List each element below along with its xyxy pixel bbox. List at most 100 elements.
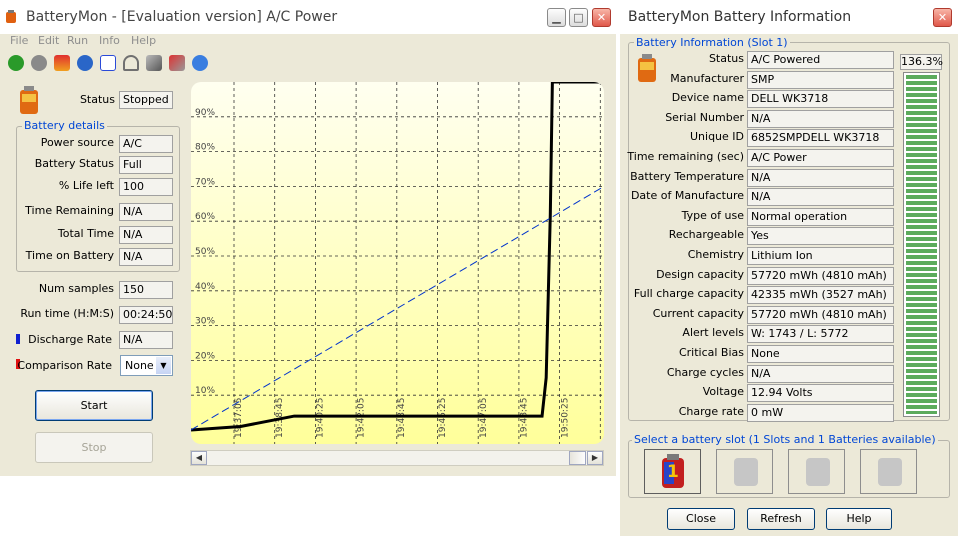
info-row-label: Status [708, 52, 744, 65]
discharge-rate-label: Discharge Rate [28, 333, 112, 346]
time-remaining-label: Time Remaining [25, 204, 114, 217]
status-value: Stopped [119, 91, 173, 109]
battery-slot-4[interactable] [860, 449, 917, 494]
info-titlebar[interactable]: BatteryMon Battery Information ✕ [620, 0, 958, 34]
menu-edit[interactable]: Edit [38, 34, 59, 47]
main-title: BatteryMon - [Evaluation version] A/C Po… [26, 9, 338, 25]
info-row-value: N/A [747, 168, 894, 187]
info-row-value: 57720 mWh (4810 mAh) [747, 305, 894, 324]
battery-status-label: Battery Status [34, 157, 114, 170]
chart-horizontal-scrollbar[interactable]: ◀ ▶ [190, 450, 604, 466]
info-row-label: Design capacity [656, 267, 744, 281]
refresh-button[interactable]: Refresh [747, 508, 815, 530]
info-title: BatteryMon Battery Information [628, 9, 852, 25]
chart-x-tick-label: 19:47:05 [479, 398, 489, 438]
info-row-label: Serial Number [665, 110, 744, 124]
num-samples-label: Num samples [38, 282, 114, 295]
time-on-battery-label: Time on Battery [25, 249, 114, 262]
info-row-label: Manufacturer [670, 71, 744, 85]
total-time-label: Total Time [57, 227, 114, 240]
checklist-icon[interactable] [100, 55, 116, 71]
menu-help[interactable]: Help [131, 34, 156, 47]
comparison-rate-select[interactable]: None ▼ [120, 355, 173, 376]
battery-details-title: Battery details [22, 119, 107, 132]
time-on-battery-value: N/A [119, 248, 173, 266]
charge-level-fill [906, 75, 937, 414]
dropdown-arrow-icon[interactable]: ▼ [156, 357, 171, 374]
info-row-label: Voltage [702, 385, 744, 399]
menu-bar: File Edit Run Info Help [0, 32, 616, 50]
chart-y-tick-label: 30% [195, 317, 215, 327]
chart-x-tick-label: 19:50:25 [560, 398, 570, 438]
info-row-value: 42335 mWh (3527 mAh) [747, 286, 894, 305]
power-source-value: A/C [119, 135, 173, 153]
battery-slot-3[interactable] [788, 449, 845, 494]
time-remaining-value: N/A [119, 203, 173, 221]
info-row-value: 6852SMPDELL WK3718 [747, 129, 894, 148]
empty-battery-icon [734, 458, 758, 486]
info-close-window-button[interactable]: ✕ [933, 8, 952, 27]
help-icon[interactable] [192, 55, 208, 71]
chart-y-tick-label: 10% [195, 386, 215, 396]
chart-y-tick-label: 80% [195, 143, 215, 153]
start-button[interactable]: Start [35, 390, 153, 421]
gauge-icon[interactable] [123, 55, 139, 71]
info-row-label: Charge rate [678, 404, 744, 418]
battery-slot-2[interactable] [716, 449, 773, 494]
comparison-rate-label: Comparison Rate [17, 359, 112, 372]
info-row-value: W: 1743 / L: 5772 [747, 325, 894, 344]
start-icon[interactable] [8, 55, 24, 71]
info-row-label: Charge cycles [666, 365, 744, 379]
chart-y-tick-label: 50% [195, 247, 215, 257]
battery-slot-1-number: 1 [667, 462, 679, 482]
info-icon[interactable] [77, 55, 93, 71]
info-row-label: Type of use [681, 208, 744, 222]
chart-y-tick-label: 20% [195, 351, 215, 361]
satellite-icon[interactable] [146, 55, 162, 71]
main-titlebar[interactable]: BatteryMon - [Evaluation version] A/C Po… [0, 0, 616, 34]
info-row-value: N/A [747, 188, 894, 207]
info-row-label: Unique ID [689, 130, 744, 144]
info-row-label: Critical Bias [678, 346, 744, 359]
info-row-label: Battery Temperature [630, 169, 744, 183]
stop-icon[interactable] [31, 55, 47, 71]
info-row-value: A/C Power [747, 149, 894, 167]
stop-button[interactable]: Stop [35, 432, 153, 463]
info-row-value: DELL WK3718 [747, 90, 894, 109]
menu-info[interactable]: Info [99, 34, 120, 47]
scroll-left-icon[interactable]: ◀ [191, 451, 207, 465]
scroll-thumb[interactable] [569, 451, 586, 465]
info-row-label: Device name [671, 91, 744, 105]
battery-slot-1[interactable]: 1 [644, 449, 701, 494]
status-label: Status [79, 93, 115, 106]
info-row-value: N/A [747, 364, 894, 383]
scroll-right-icon[interactable]: ▶ [587, 451, 603, 465]
chart-y-tick-label: 60% [195, 212, 215, 222]
info-row-value: 12.94 Volts [747, 384, 894, 403]
chart-y-tick-label: 90% [195, 108, 215, 118]
comparison-rate-value: None [125, 359, 154, 372]
menu-run[interactable]: Run [67, 34, 88, 47]
close-window-button[interactable]: ✕ [592, 8, 611, 27]
minimize-button[interactable]: ▁ [547, 8, 566, 27]
maximize-button[interactable]: □ [569, 8, 588, 27]
battery-information-title: Battery Information (Slot 1) [634, 36, 790, 49]
num-samples-value: 150 [119, 281, 173, 299]
help-button[interactable]: Help [826, 508, 892, 530]
info-window: BatteryMon Battery Information ✕ Battery… [620, 0, 958, 536]
battery-icon[interactable] [54, 55, 70, 71]
chart-x-tick-label: 19:40:25 [316, 398, 326, 438]
chart-series-discharge-rate [191, 185, 604, 431]
info-row-value: 57720 mWh (4810 mAh) [747, 266, 894, 285]
battery-status-value: Full [119, 156, 173, 174]
battery-chart: 10% 20% 30% 40% 50% 60% 70% 80% 90% 19:37:05 19:38… [191, 82, 604, 444]
tools-icon[interactable] [169, 55, 185, 71]
chart-x-tick-label: 19:45:25 [438, 398, 448, 438]
info-row-label: Rechargeable [668, 228, 744, 242]
discharge-rate-value: N/A [119, 331, 173, 349]
info-row-label: Full charge capacity [633, 287, 744, 301]
run-time-value: 00:24:50 [119, 306, 173, 324]
chart-y-tick-label: 70% [195, 177, 215, 187]
close-button[interactable]: Close [667, 508, 735, 530]
menu-file[interactable]: File [10, 34, 28, 47]
